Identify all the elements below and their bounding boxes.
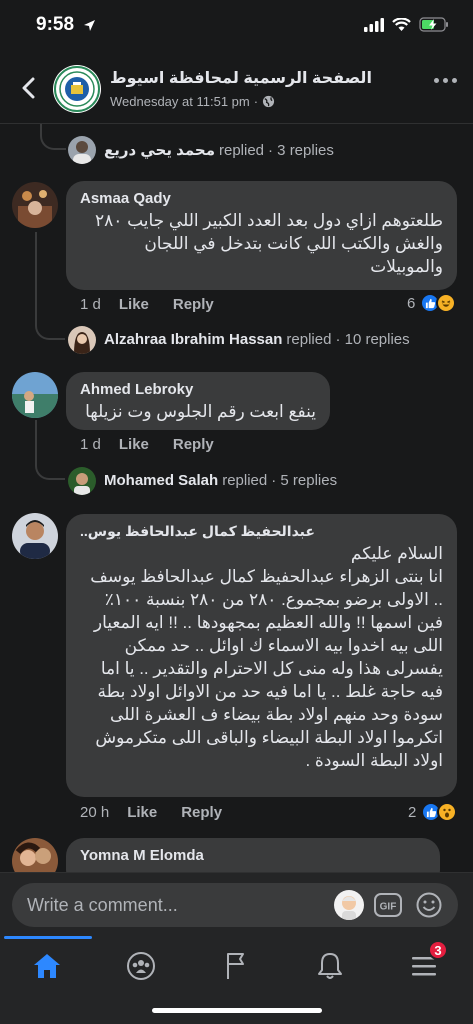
replies-summary[interactable]: Alzahraa Ibrahim Hassan replied · 10 rep… — [104, 331, 410, 348]
reply-author: Mohamed Salah — [104, 472, 219, 489]
reaction-summary[interactable]: 2 — [408, 802, 458, 822]
avatar[interactable] — [68, 467, 96, 495]
back-button[interactable] — [14, 72, 42, 104]
avatar[interactable] — [68, 136, 96, 164]
cellular-signal-icon — [364, 17, 384, 32]
flag-icon — [227, 953, 244, 979]
status-bar: 9:58 — [0, 0, 473, 52]
comment-composer: Write a comment... GIF — [0, 872, 473, 936]
post-meta: Wednesday at 11:51 pm · — [110, 94, 275, 109]
notification-badge: 3 — [428, 940, 448, 960]
comment-time: 1 d — [80, 436, 101, 453]
smiley-icon — [416, 892, 442, 918]
wifi-icon — [392, 17, 411, 31]
comment-text: السلام عليكم انا بنتى الزهراء عبدالحفيظ … — [90, 544, 443, 770]
thread-connector — [35, 420, 65, 480]
replies-summary[interactable]: Mohamed Salah replied · 5 replies — [104, 472, 337, 489]
chevron-left-icon — [22, 77, 35, 99]
groups-icon — [127, 952, 155, 980]
avatar-sticker-icon — [342, 896, 356, 920]
comment-bubble[interactable]: Asmaa Qady طلعتوهم ازاي دول بعد العدد ال… — [66, 181, 457, 290]
avatar[interactable] — [68, 326, 96, 354]
home-indicator — [152, 1008, 322, 1013]
home-icon — [34, 954, 60, 978]
thread-connector — [35, 232, 65, 340]
comment-actions: 1 d Like Reply — [80, 296, 238, 313]
comment-bubble[interactable]: عبدالحفيظ كمال عبدالحافظ يوس.. السلام عل… — [66, 514, 457, 797]
gif-icon: GIF — [374, 893, 402, 917]
status-icons — [364, 17, 449, 32]
comment-author[interactable]: Ahmed Lebroky — [80, 381, 316, 398]
gif-button[interactable]: GIF — [374, 893, 402, 922]
avatar[interactable] — [12, 513, 58, 559]
post-header: الصفحة الرسمية لمحافظة اسيوط Wednesday a… — [0, 56, 473, 124]
comment-author[interactable]: Asmaa Qady — [80, 190, 443, 207]
more-options-button[interactable] — [434, 78, 457, 83]
comment-input[interactable]: Write a comment... GIF — [12, 883, 458, 927]
globe-icon — [262, 95, 275, 108]
avatar[interactable] — [12, 372, 58, 418]
replies-summary[interactable]: محمد يحي دريع replied · 3 replies — [104, 141, 334, 160]
comment-text: طلعتوهم ازاي دول بعد العدد الكبير اللي ج… — [90, 211, 443, 276]
comment-text: ينفع ابعت رقم الجلوس وت نزيلها — [85, 402, 316, 421]
reply-author: محمد يحي دريع — [104, 142, 215, 159]
thread-connector — [40, 124, 66, 150]
like-button[interactable]: Like — [119, 296, 149, 313]
reply-author: Alzahraa Ibrahim Hassan — [104, 331, 283, 348]
avatar-sticker-button[interactable] — [334, 890, 364, 920]
reaction-count: 2 — [408, 803, 417, 821]
comment-actions: 20 h Like Reply — [80, 804, 246, 821]
tab-pages[interactable] — [216, 946, 256, 986]
comment-time: 20 h — [80, 804, 110, 821]
reply-button[interactable]: Reply — [181, 804, 222, 821]
wow-reaction-icon — [437, 802, 458, 822]
status-time: 9:58 — [36, 14, 75, 35]
comment-actions: 1 d Like Reply — [80, 436, 238, 453]
tab-bar: 3 — [0, 936, 473, 1024]
tab-home[interactable] — [27, 946, 67, 986]
page-name[interactable]: الصفحة الرسمية لمحافظة اسيوط — [110, 68, 372, 88]
reply-button[interactable]: Reply — [173, 296, 214, 313]
comment-time: 1 d — [80, 296, 101, 313]
haha-reaction-icon — [436, 293, 457, 313]
avatar[interactable] — [12, 182, 58, 228]
bell-icon — [318, 953, 342, 979]
tab-notifications[interactable] — [310, 946, 350, 986]
emoji-button[interactable] — [416, 892, 442, 923]
comment-bubble[interactable]: Ahmed Lebroky ينفع ابعت رقم الجلوس وت نز… — [66, 372, 330, 430]
reply-button[interactable]: Reply — [173, 436, 214, 453]
post-timestamp: Wednesday at 11:51 pm — [110, 94, 250, 109]
svg-text:GIF: GIF — [380, 902, 397, 913]
reaction-count: 6 — [407, 294, 416, 312]
governorate-logo-icon — [54, 66, 100, 112]
battery-charging-icon — [419, 17, 448, 32]
comment-author[interactable]: عبدالحفيظ كمال عبدالحافظ يوس.. — [80, 523, 443, 540]
like-button[interactable]: Like — [127, 804, 157, 821]
like-button[interactable]: Like — [119, 436, 149, 453]
reaction-summary[interactable]: 6 — [407, 293, 457, 313]
comment-input-placeholder: Write a comment... — [27, 895, 178, 915]
active-tab-indicator — [4, 936, 92, 939]
comment-author[interactable]: Yomna M Elomda — [80, 847, 426, 864]
tab-menu[interactable]: 3 — [404, 940, 448, 986]
tab-groups[interactable] — [121, 946, 161, 986]
location-arrow-icon — [84, 20, 95, 31]
page-avatar[interactable] — [53, 65, 101, 113]
